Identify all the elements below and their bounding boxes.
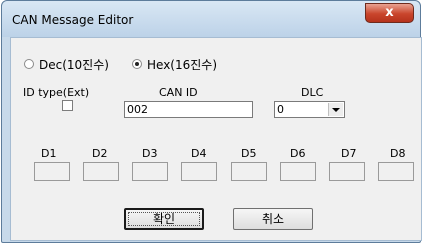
d3-input[interactable] <box>132 162 168 181</box>
id-type-label: ID type(Ext) <box>23 86 90 99</box>
d6-label: D6 <box>290 147 306 160</box>
d1-input[interactable] <box>34 162 70 181</box>
d3-label: D3 <box>142 147 158 160</box>
title-bar[interactable]: CAN Message Editor x <box>2 1 420 37</box>
can-id-label: CAN ID <box>159 86 198 99</box>
d8-label: D8 <box>390 147 406 160</box>
d4-label: D4 <box>191 147 207 160</box>
dec-radio-label: Dec(10진수) <box>39 57 109 72</box>
dec-radio[interactable] <box>24 59 34 69</box>
dec-radio-option[interactable]: Dec(10진수) <box>24 56 109 72</box>
d5-label: D5 <box>241 147 257 160</box>
dlc-label: DLC <box>301 86 324 99</box>
d1-label: D1 <box>41 147 57 160</box>
hex-radio-label: Hex(16진수) <box>147 57 218 72</box>
d2-label: D2 <box>92 147 108 160</box>
close-icon: x <box>385 5 394 20</box>
d8-input[interactable] <box>378 162 414 181</box>
d7-input[interactable] <box>329 162 365 181</box>
ok-button[interactable]: 확인 <box>124 208 204 230</box>
dlc-selected-value: 0 <box>277 103 284 116</box>
d5-input[interactable] <box>231 162 267 181</box>
d6-input[interactable] <box>280 162 316 181</box>
d7-label: D7 <box>341 147 357 160</box>
can-message-editor-window: CAN Message Editor x Dec(10진수) Hex(16진수)… <box>1 0 422 243</box>
window-title: CAN Message Editor <box>12 13 134 27</box>
d4-input[interactable] <box>181 162 217 181</box>
cancel-button-label: 취소 <box>261 212 285 226</box>
dialog-body: Dec(10진수) Hex(16진수) ID type(Ext) CAN ID … <box>10 37 422 241</box>
d2-input[interactable] <box>83 162 119 181</box>
chevron-down-icon[interactable] <box>328 103 343 116</box>
hex-radio-option[interactable]: Hex(16진수) <box>132 56 217 72</box>
can-id-input[interactable]: 002 <box>124 101 253 118</box>
id-type-checkbox[interactable] <box>62 100 73 111</box>
ok-button-label: 확인 <box>152 212 176 226</box>
hex-radio[interactable] <box>132 59 142 69</box>
dlc-select[interactable]: 0 <box>274 101 345 118</box>
close-button[interactable]: x <box>365 3 414 23</box>
cancel-button[interactable]: 취소 <box>233 208 313 230</box>
